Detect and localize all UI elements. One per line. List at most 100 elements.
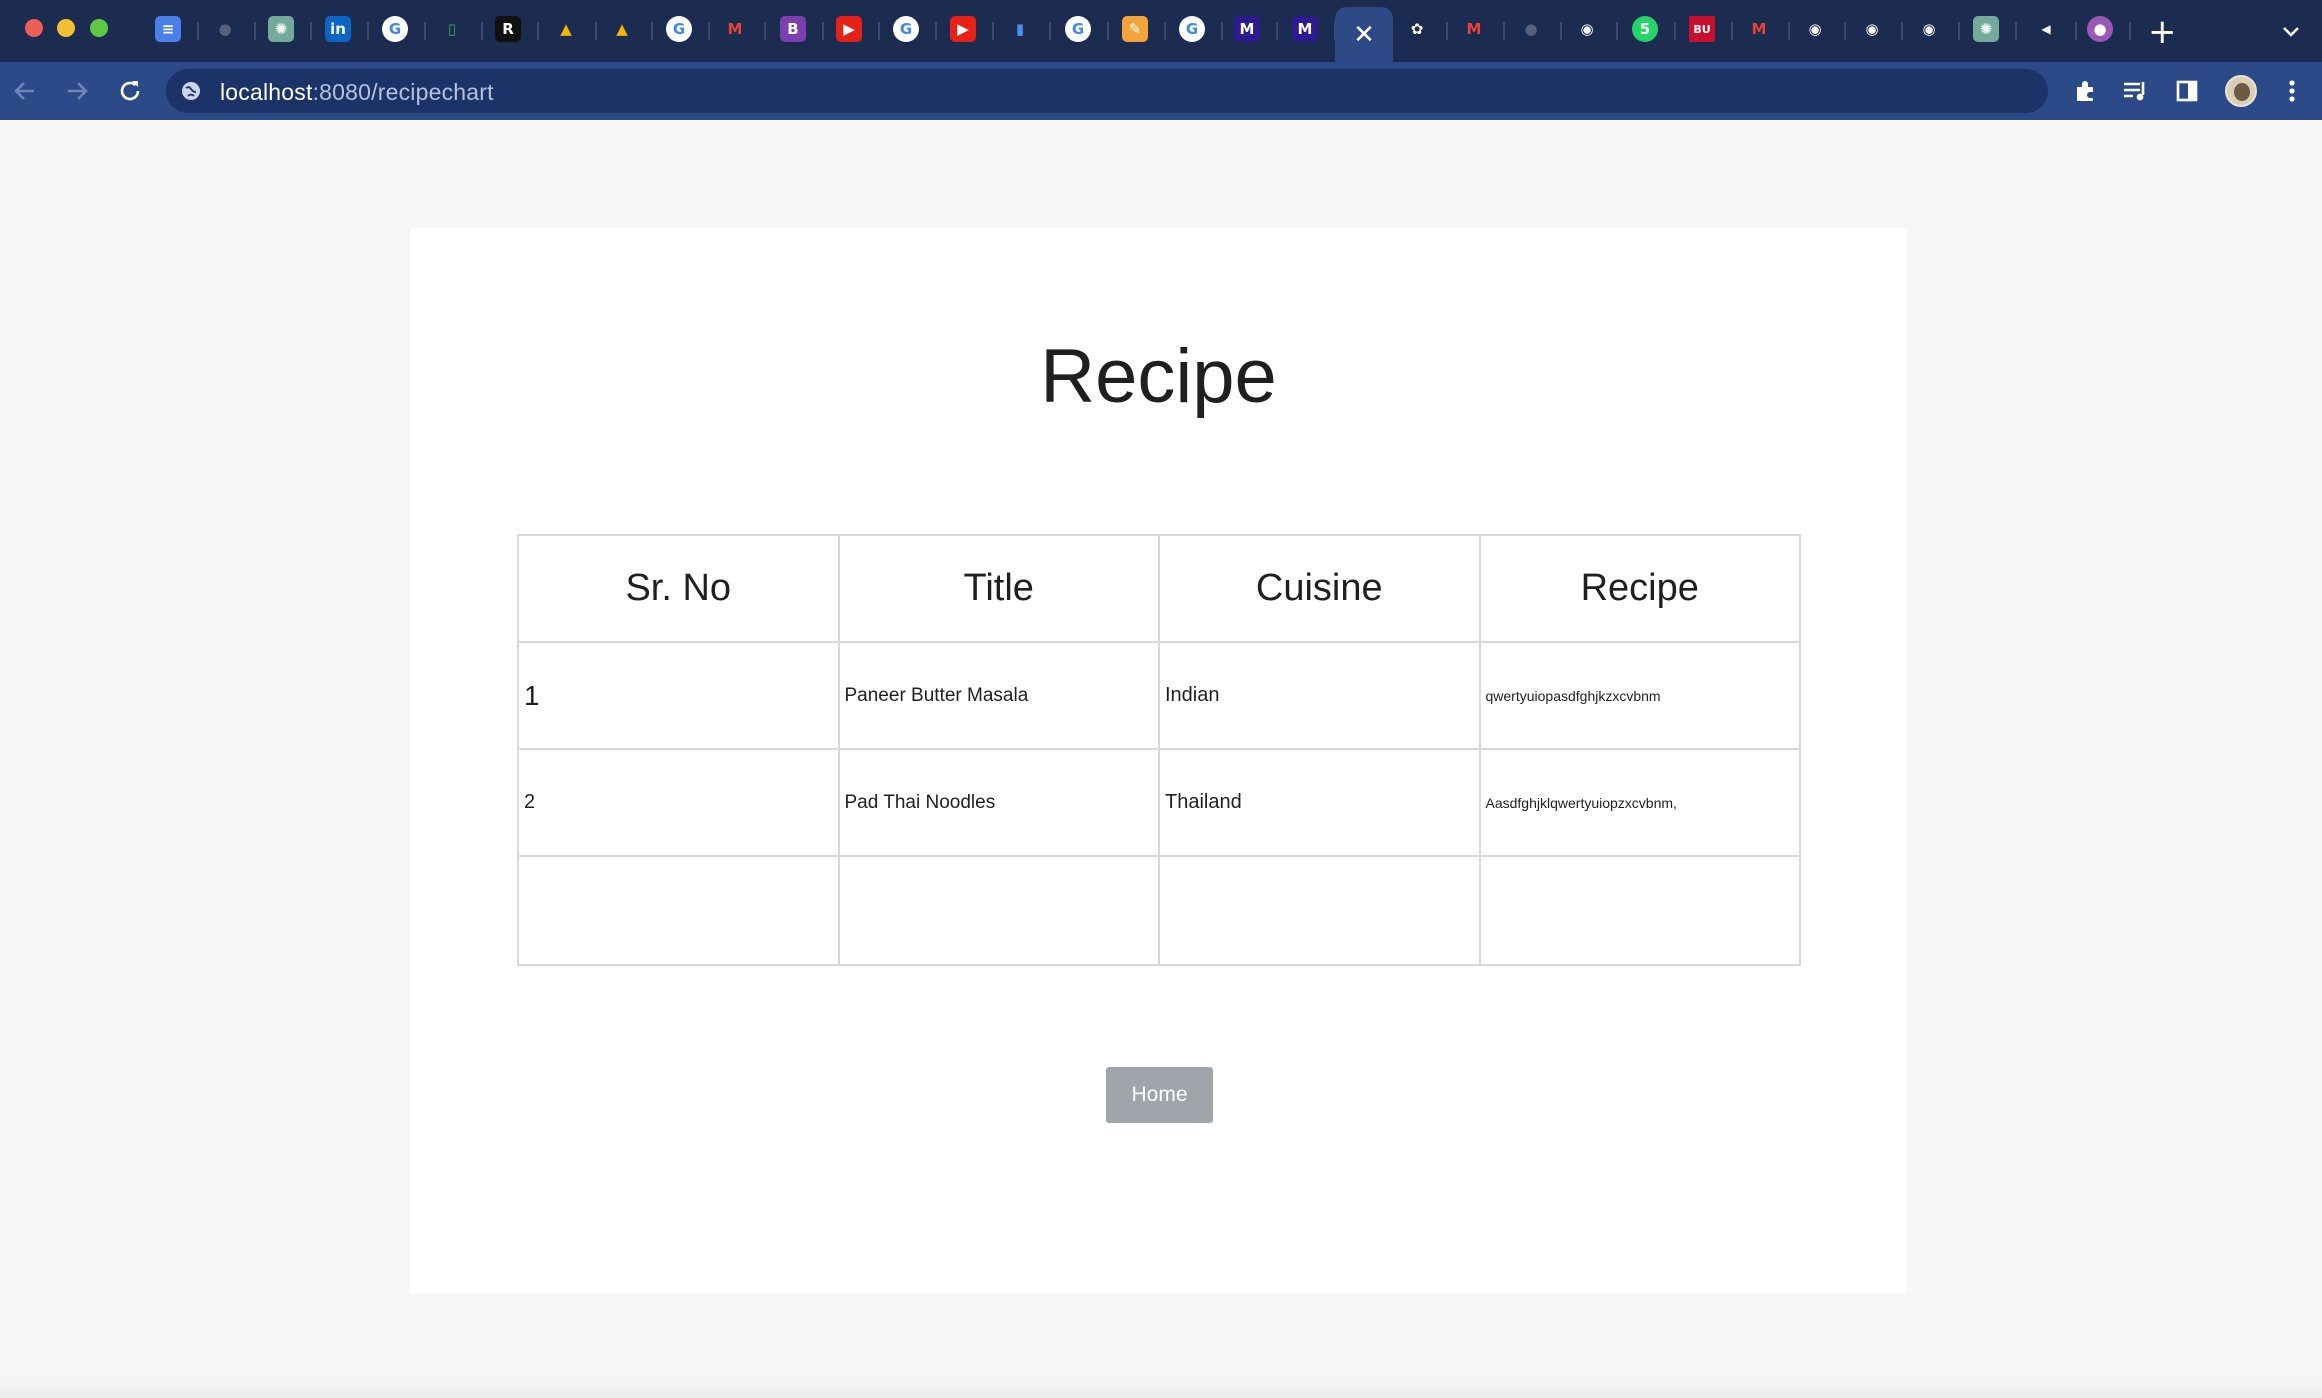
table-header-row: Sr. No Title Cuisine Recipe bbox=[517, 534, 1801, 643]
gmail-icon: M bbox=[722, 16, 748, 42]
side-panel-icon[interactable] bbox=[2170, 74, 2204, 108]
sheets-icon: ▯ bbox=[439, 16, 465, 42]
browser-tab[interactable]: G bbox=[1177, 14, 1207, 44]
reload-icon[interactable] bbox=[113, 74, 147, 108]
browser-tab[interactable]: BU bbox=[1687, 14, 1717, 44]
browser-tab[interactable]: M bbox=[1232, 14, 1262, 44]
page-title: Recipe bbox=[1040, 334, 1277, 419]
m-icon: M bbox=[1292, 16, 1318, 42]
browser-tab[interactable]: ◉ bbox=[1857, 14, 1887, 44]
browser-tab[interactable]: B bbox=[778, 14, 808, 44]
recipe-table: Sr. No Title Cuisine Recipe 1 Paneer But… bbox=[517, 534, 1801, 966]
cell-cuisine: Indian bbox=[1158, 641, 1481, 750]
browser-tab[interactable]: ▲ bbox=[551, 14, 581, 44]
more-menu-icon[interactable] bbox=[2275, 74, 2309, 108]
apps-icon: ✿ bbox=[1404, 16, 1430, 42]
browser-tab[interactable]: ▮ bbox=[1005, 14, 1035, 44]
browser-tab[interactable]: ● bbox=[210, 14, 240, 44]
header-recipe: Recipe bbox=[1478, 534, 1801, 643]
tab-separator bbox=[764, 22, 766, 40]
google-icon: G bbox=[666, 16, 692, 42]
tab-separator bbox=[1674, 22, 1676, 40]
docs-icon: ≡ bbox=[155, 16, 181, 42]
tab-separator bbox=[2015, 22, 2017, 40]
tab-separator bbox=[197, 22, 199, 40]
pencil-icon: ✎ bbox=[1122, 16, 1148, 42]
tab-separator bbox=[537, 22, 539, 40]
browser-tab[interactable]: ≡ bbox=[153, 14, 183, 44]
profile-avatar[interactable] bbox=[2224, 74, 2258, 108]
planet-icon: ● bbox=[2087, 16, 2113, 42]
url-text[interactable]: localhost:8080/recipechart bbox=[220, 79, 494, 106]
google-icon: G bbox=[382, 16, 408, 42]
empty-cell bbox=[837, 855, 1160, 966]
browser-tab[interactable]: M bbox=[1744, 14, 1774, 44]
browser-tab[interactable]: ▶ bbox=[948, 14, 978, 44]
browser-tab[interactable]: ● bbox=[1516, 14, 1546, 44]
browser-tab[interactable]: ✿ bbox=[1402, 14, 1432, 44]
chrome-icon: ◉ bbox=[1574, 16, 1600, 42]
browser-tab[interactable]: G bbox=[891, 14, 921, 44]
analytics-icon: ▮ bbox=[1007, 16, 1033, 42]
browser-tab[interactable]: ● bbox=[2085, 14, 2115, 44]
browser-tab[interactable]: G bbox=[664, 14, 694, 44]
browser-tab[interactable]: M bbox=[720, 14, 750, 44]
window-minimize-button[interactable] bbox=[57, 19, 75, 37]
browser-tab[interactable]: R bbox=[493, 14, 523, 44]
browser-tab[interactable]: ▶ bbox=[834, 14, 864, 44]
youtube-icon: ▶ bbox=[950, 16, 976, 42]
chatgpt-icon: ✺ bbox=[1973, 16, 1999, 42]
home-button[interactable]: Home bbox=[1106, 1067, 1213, 1123]
tab-separator bbox=[992, 22, 994, 40]
browser-tab[interactable]: G bbox=[1063, 14, 1093, 44]
reading-list-icon[interactable] bbox=[2118, 74, 2152, 108]
github-icon: ● bbox=[1518, 16, 1544, 42]
browser-tab[interactable]: ◉ bbox=[1914, 14, 1944, 44]
active-tab[interactable]: ✕ bbox=[1335, 7, 1393, 62]
browser-tab[interactable]: M bbox=[1290, 14, 1320, 44]
browser-tab[interactable]: in bbox=[323, 14, 353, 44]
youtube-icon: ▶ bbox=[836, 16, 862, 42]
bootstrap-icon: B bbox=[780, 16, 806, 42]
tab-separator bbox=[1560, 22, 1562, 40]
tab-separator bbox=[1503, 22, 1505, 40]
linkedin-icon: in bbox=[325, 16, 351, 42]
browser-tab[interactable]: G bbox=[380, 14, 410, 44]
window-close-button[interactable] bbox=[25, 19, 43, 37]
browser-tab[interactable]: ✎ bbox=[1120, 14, 1150, 44]
google-icon: G bbox=[1065, 16, 1091, 42]
browser-tab[interactable]: 5 bbox=[1630, 14, 1660, 44]
browser-tab[interactable]: ▯ bbox=[437, 14, 467, 44]
browser-tab[interactable]: ✺ bbox=[1971, 14, 2001, 44]
tab-separator bbox=[424, 22, 426, 40]
window-maximize-button[interactable] bbox=[90, 19, 108, 37]
tab-separator bbox=[1446, 22, 1448, 40]
extensions-icon[interactable] bbox=[2068, 74, 2102, 108]
new-tab-button[interactable]: + bbox=[2148, 12, 2177, 52]
tab-separator bbox=[822, 22, 824, 40]
tab-separator bbox=[1164, 22, 1166, 40]
whatsapp-icon: 5 bbox=[1632, 16, 1658, 42]
tab-search-icon[interactable] bbox=[2280, 20, 2302, 42]
gmail-icon: M bbox=[1461, 16, 1487, 42]
tab-separator bbox=[878, 22, 880, 40]
cell-sr-no: 2 bbox=[517, 748, 840, 857]
browser-tab[interactable]: ◉ bbox=[1572, 14, 1602, 44]
back-icon[interactable] bbox=[8, 74, 42, 108]
tab-separator bbox=[1276, 22, 1278, 40]
chrome-icon: ◉ bbox=[1916, 16, 1942, 42]
close-icon[interactable]: ✕ bbox=[1353, 20, 1375, 50]
browser-tab[interactable]: ✺ bbox=[266, 14, 296, 44]
header-title: Title bbox=[837, 534, 1160, 643]
address-bar[interactable]: localhost:8080/recipechart bbox=[166, 69, 2048, 113]
tab-separator bbox=[1107, 22, 1109, 40]
forward-icon[interactable] bbox=[60, 74, 94, 108]
browser-tab[interactable]: ▲ bbox=[607, 14, 637, 44]
site-info-icon[interactable] bbox=[180, 80, 202, 102]
tab-separator bbox=[595, 22, 597, 40]
browser-tab[interactable]: M bbox=[1459, 14, 1489, 44]
browser-tab[interactable]: ◉ bbox=[1800, 14, 1830, 44]
github-icon: ● bbox=[212, 16, 238, 42]
recipe-card: Recipe Sr. No Title Cuisine Recipe 1 Pan… bbox=[410, 228, 1907, 1294]
browser-tab[interactable]: ◀ bbox=[2031, 14, 2061, 44]
